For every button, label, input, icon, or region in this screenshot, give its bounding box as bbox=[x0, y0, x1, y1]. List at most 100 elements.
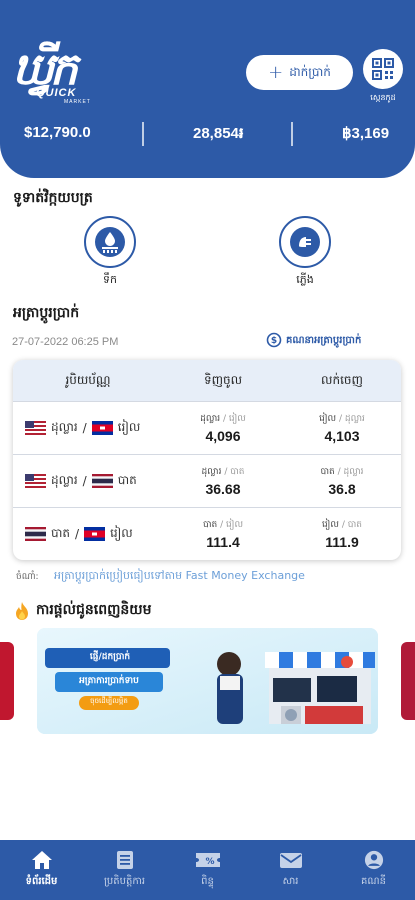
tab-account[interactable]: គណនី bbox=[332, 840, 415, 900]
header: ឃ្វីក QUICK MARKET + ដាក់ប្រាក់ ស្កេនកូដ… bbox=[0, 0, 415, 178]
bill-water-label: ទឹក bbox=[103, 273, 117, 286]
buy-value: 111.4 bbox=[206, 533, 240, 550]
home-icon bbox=[31, 851, 52, 869]
tab-points-label: ពិន្ទុ bbox=[201, 876, 214, 887]
source-note-text[interactable]: អត្រាប្តូរប្រាក់ប្រៀបធៀបទៅតាម Fast Money… bbox=[54, 569, 305, 585]
mail-icon bbox=[279, 853, 302, 868]
currency-right: បាត bbox=[117, 473, 137, 487]
unit-label: បាត bbox=[230, 466, 245, 477]
sell-rate: រៀល / ដុល្លារ 4,103 bbox=[283, 413, 401, 444]
bill-electricity-label: ភ្លើង bbox=[296, 273, 314, 286]
us-flag-icon bbox=[25, 474, 46, 488]
promo-banner-line1: ផ្ញើ/ដកប្រាក់ bbox=[89, 652, 131, 662]
account-icon bbox=[364, 850, 383, 870]
bill-payment-title: ទូទាត់វិក្កយបត្រ bbox=[13, 190, 93, 206]
us-flag-icon bbox=[25, 421, 46, 435]
tab-transactions-label: ប្រតិបត្តិការ bbox=[103, 876, 146, 887]
sell-rate: បាត / ដុល្លារ 36.8 bbox=[283, 466, 401, 497]
tab-points[interactable]: % ពិន្ទុ bbox=[166, 840, 249, 900]
unit-label: ដុល្លារ bbox=[344, 413, 365, 424]
tab-messages[interactable]: សារ bbox=[249, 840, 332, 900]
source-note-label: ចំណាំ: bbox=[16, 572, 39, 582]
exchange-calculator-link[interactable]: $ គណនាអត្រាប្តូរប្រាក់ bbox=[266, 332, 361, 348]
currency-pair: ដុល្លារ / រៀល bbox=[13, 419, 163, 437]
table-row: ដុល្លារ / រៀល ដុល្លារ / រៀល 4,096 រៀល / … bbox=[13, 401, 401, 454]
unit-label: រៀល bbox=[228, 413, 246, 424]
refresh-icon: $ bbox=[266, 332, 282, 348]
promo-banner-cta: ចុចដើម្បីលម្អិត bbox=[90, 697, 128, 705]
bottom-navigation: ទំព័រដើម ប្រតិបត្តិការ % ពិន្ទុ សារ គណនី bbox=[0, 840, 415, 900]
kh-flag-icon bbox=[91, 421, 113, 435]
tab-home-label: ទំព័រដើម bbox=[25, 876, 58, 887]
exchange-rate-table: រូបិយប័ណ្ណ ទិញចូល លក់ចេញ ដុល្លារ / រៀល ដ… bbox=[13, 360, 401, 560]
electricity-icon-circle bbox=[279, 216, 331, 268]
buy-rate: ដុល្លារ / រៀល 4,096 bbox=[163, 413, 283, 444]
currency-separator: / bbox=[82, 474, 87, 488]
bill-water-button[interactable]: ទឹក bbox=[80, 216, 140, 289]
promotions-title: ការផ្តល់ជូនពេញនិយម bbox=[14, 600, 152, 621]
tab-transactions[interactable]: ប្រតិបត្តិការ bbox=[83, 840, 166, 900]
currency-left: ដុល្លារ bbox=[51, 473, 78, 487]
balance-usd[interactable]: $12,790.0 bbox=[24, 124, 91, 141]
sell-rate: រៀល / បាត 111.9 bbox=[283, 519, 401, 550]
table-row: បាត / រៀល បាត / រៀល 111.4 រៀល / បាត 111.… bbox=[13, 507, 401, 560]
currency-separator: / bbox=[75, 527, 80, 541]
currency-left: ដុល្លារ bbox=[51, 420, 78, 434]
exchange-calculator-label: គណនាអត្រាប្តូរប្រាក់ bbox=[286, 334, 362, 346]
balance-thb[interactable]: ฿3,169 bbox=[342, 124, 389, 142]
electricity-icon bbox=[290, 227, 320, 257]
currency-right: រៀល bbox=[117, 420, 141, 434]
app-logo: ឃ្វីក QUICK MARKET bbox=[12, 44, 92, 106]
currency-left: បាត bbox=[51, 526, 71, 540]
kh-flag-icon bbox=[84, 527, 106, 541]
unit-label: បាត bbox=[320, 466, 335, 477]
buy-rate: បាត / រៀល 111.4 bbox=[163, 519, 283, 550]
buy-value: 36.68 bbox=[205, 480, 241, 497]
unit-label: រៀល bbox=[321, 519, 339, 530]
buy-value: 4,096 bbox=[205, 427, 241, 444]
th-flag-icon bbox=[25, 527, 46, 541]
scan-qr-label: ស្កេនកូដ bbox=[370, 93, 396, 102]
sell-value: 111.9 bbox=[325, 533, 359, 550]
logo-market-text: MARKET bbox=[64, 99, 91, 105]
coupon-icon: % bbox=[195, 853, 220, 867]
deposit-button-label: ដាក់ប្រាក់ bbox=[289, 64, 331, 79]
exchange-table-header: រូបិយប័ណ្ណ ទិញចូល លក់ចេញ bbox=[13, 360, 401, 401]
bill-electricity-button[interactable]: ភ្លើង bbox=[275, 216, 335, 289]
deposit-button[interactable]: + ដាក់ប្រាក់ bbox=[246, 55, 353, 90]
logo-quick-text: QUICK bbox=[36, 87, 77, 99]
currency-right: រៀល bbox=[110, 526, 133, 540]
unit-label: ដុល្លារ bbox=[343, 466, 364, 477]
unit-label: ដុល្លារ bbox=[200, 413, 221, 424]
th-flag-icon bbox=[91, 474, 113, 488]
buy-rate: ដុល្លារ / បាត 36.68 bbox=[163, 466, 283, 497]
unit-label: បាត bbox=[347, 519, 363, 530]
divider bbox=[291, 122, 293, 146]
unit-label: រៀល bbox=[226, 519, 244, 530]
document-icon bbox=[116, 851, 133, 869]
promo-banner[interactable]: ផ្ញើ/ដកប្រាក់ អត្រាការប្រាក់ទាប ចុចដើម្ប… bbox=[37, 628, 378, 734]
currency-pair: ដុល្លារ / បាត bbox=[13, 472, 163, 490]
sell-value: 36.8 bbox=[328, 480, 356, 497]
unit-label: រៀល bbox=[319, 413, 337, 424]
exchange-rate-title: អត្រាប្តូរប្រាក់ bbox=[13, 305, 80, 321]
sell-value: 4,103 bbox=[324, 427, 360, 444]
divider bbox=[142, 122, 144, 146]
scan-qr-button[interactable] bbox=[363, 49, 403, 89]
plus-icon: + bbox=[268, 61, 284, 83]
water-icon bbox=[95, 227, 125, 257]
header-buy: ទិញចូល bbox=[203, 372, 243, 387]
svg-text:$: $ bbox=[271, 336, 277, 346]
balance-bar: $12,790.0 28,854៛ ฿3,169 bbox=[0, 120, 415, 148]
currency-pair: បាត / រៀល bbox=[13, 525, 163, 543]
currency-separator: / bbox=[82, 421, 87, 435]
balance-khr[interactable]: 28,854៛ bbox=[193, 124, 244, 146]
tab-home[interactable]: ទំព័រដើម bbox=[0, 840, 83, 900]
promo-banner-line2: អត្រាការប្រាក់ទាប bbox=[79, 676, 139, 686]
fire-icon bbox=[16, 601, 28, 620]
tab-account-label: គណនី bbox=[361, 876, 386, 887]
header-currency: រូបិយប័ណ្ណ bbox=[65, 372, 111, 387]
promo-banner-next[interactable] bbox=[401, 642, 415, 720]
promo-banner-prev[interactable] bbox=[0, 642, 14, 720]
tab-messages-label: សារ bbox=[282, 876, 299, 887]
